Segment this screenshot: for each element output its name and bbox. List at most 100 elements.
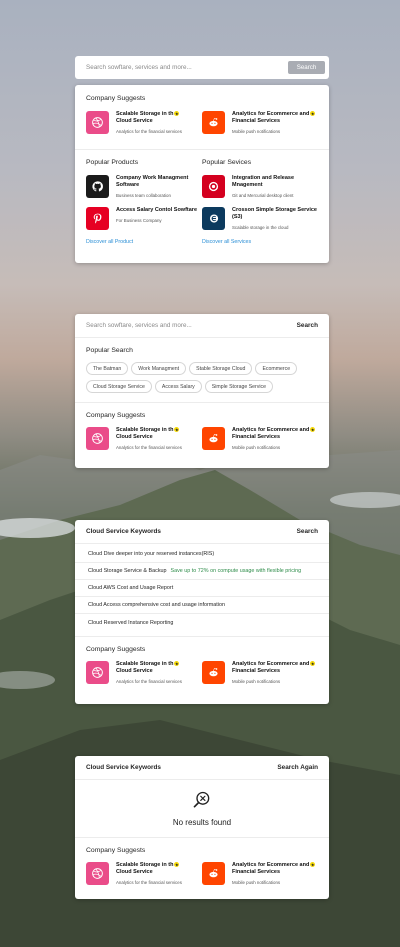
suggest-item[interactable]: Scalable Storage in thCloud Service Anal…	[86, 862, 202, 885]
item-subtitle: Analytics for the financial services	[116, 879, 182, 885]
star-badge-icon	[174, 862, 180, 869]
item-name: Scalable Storage in th	[116, 111, 174, 117]
keyword-result[interactable]: Cloud Reserved Instance Reporting	[75, 614, 329, 631]
item-name: Company Work Managment Software	[116, 175, 189, 188]
item-subtitle: Mobile push notifications	[232, 444, 281, 450]
item-subtitle: For Business Company	[116, 217, 162, 223]
keyword-result[interactable]: Cloud AWS Cost and Usage Report	[75, 580, 329, 597]
section-title: Company Suggests	[86, 646, 146, 653]
item-name-line2: Cloud Service	[116, 433, 153, 440]
dribbble-icon	[86, 862, 109, 885]
suggest-item[interactable]: Analytics for Ecommerce andFinancial Ser…	[202, 111, 318, 140]
item-subtitle: Git and Mercurial desktop client	[232, 192, 294, 198]
product-item[interactable]: Access Salary Contol Sowftare For Busine…	[86, 207, 202, 230]
suggest-item[interactable]: Analytics for Ecommerce andFinancial Ser…	[202, 661, 318, 684]
item-name: Analytics for Ecommerce and	[232, 862, 310, 868]
crosson-icon	[202, 207, 225, 230]
search-bar[interactable]: Search sowftare, services and more... Se…	[75, 56, 329, 79]
search-no-results-icon	[193, 791, 210, 808]
search-chip[interactable]: Ecommerce	[255, 362, 298, 375]
dribbble-icon	[86, 661, 109, 684]
suggest-item[interactable]: Scalable Storage in thCloud Service Anal…	[86, 427, 202, 450]
item-name-line2: Financial Services	[232, 868, 280, 875]
search-query[interactable]: Cloud Service Keywords	[86, 528, 161, 535]
suggest-item[interactable]: Scalable Storage in thCloud Service Anal…	[86, 661, 202, 684]
discover-all-products-link[interactable]: Discover all Product	[86, 239, 202, 245]
search-chip[interactable]: Cloud Storage Service	[86, 380, 152, 393]
service-item[interactable]: Integration and Release Mnagement Git an…	[202, 175, 318, 198]
reddit-icon	[202, 862, 225, 885]
search-button[interactable]: Search	[297, 528, 318, 535]
star-badge-icon	[174, 111, 180, 118]
reddit-icon	[202, 111, 225, 134]
search-input[interactable]: Search sowftare, services and more...	[86, 64, 288, 71]
suggest-item[interactable]: Scalable Storage in thCloud Service Anal…	[86, 111, 202, 140]
search-chip[interactable]: The Batman	[86, 362, 129, 375]
reddit-icon	[202, 661, 225, 684]
search-chip[interactable]: Work Managment	[131, 362, 187, 375]
keyword-text: Cloud Access comprehensive cost and usag…	[88, 602, 225, 608]
search-query[interactable]: Cloud Service Keywords	[86, 764, 161, 771]
search-chip[interactable]: Simple Storage Service	[204, 380, 273, 393]
item-name: Scalable Storage in th	[116, 862, 174, 868]
item-subtitle: Analytics for the financial services	[116, 128, 182, 134]
item-name-line2: Financial Services	[232, 433, 280, 440]
item-name: Analytics for Ecommerce and	[232, 427, 310, 433]
item-name: Crosson Simple Storage Service (S3)	[232, 207, 317, 220]
star-badge-icon	[174, 427, 180, 434]
keyword-text: Cloud Storage Service & Backup	[88, 568, 167, 574]
suggest-item[interactable]: Analytics for Ecommerce andFinancial Ser…	[202, 862, 318, 885]
keyword-promo: Save up to 72% on compute usage with fle…	[170, 568, 302, 574]
keyword-text: Cloud Dive deeper into your reserved ins…	[88, 551, 215, 557]
dribbble-icon	[86, 111, 109, 134]
search-chip[interactable]: Access Salary	[154, 380, 202, 393]
keyword-text: Cloud AWS Cost and Usage Report	[88, 585, 174, 591]
discover-all-services-link[interactable]: Discover all Services	[202, 239, 318, 245]
pinterest-icon	[86, 207, 109, 230]
item-subtitle: Mobile push notifications	[232, 678, 281, 684]
search-button[interactable]: Search	[288, 61, 325, 74]
item-name: Scalable Storage in th	[116, 427, 174, 433]
keyword-result[interactable]: Cloud Storage Service & Backup Save up to…	[75, 563, 329, 580]
item-name: Integration and Release Mnagement	[232, 175, 295, 188]
item-name-line2: Cloud Service	[116, 868, 153, 875]
popular-search-title: Popular Search	[86, 347, 133, 354]
item-subtitle: Scalable storage in the cloud	[232, 224, 289, 230]
item-name-line2: Financial Services	[232, 117, 280, 124]
search-button[interactable]: Search	[297, 322, 318, 329]
item-subtitle: Analytics for the financial services	[116, 678, 182, 684]
search-again-button[interactable]: Search Again	[277, 764, 318, 771]
star-badge-icon	[310, 427, 316, 434]
github-icon	[86, 175, 109, 198]
popular-services-title: Popular Sevices	[202, 159, 252, 166]
item-name: Analytics for Ecommerce and	[232, 661, 310, 667]
no-results-text: No results found	[172, 818, 232, 827]
search-panel-no-results: Cloud Service Keywords Search Again No r…	[75, 756, 329, 899]
search-dropdown-suggestions: Company Suggests Scalable Storage in thC…	[75, 85, 329, 263]
item-name: Access Salary Contol Sowftare	[116, 207, 198, 213]
item-name-line2: Cloud Service	[116, 117, 153, 124]
item-subtitle: Analytics for the financial services	[116, 444, 182, 450]
product-item[interactable]: Company Work Managment Software Business…	[86, 175, 202, 198]
keyword-text: Cloud Reserved Instance Reporting	[88, 619, 174, 626]
star-badge-icon	[310, 111, 316, 118]
star-badge-icon	[174, 661, 180, 668]
search-input[interactable]: Search sowftare, services and more...	[86, 322, 192, 329]
reddit-icon	[202, 427, 225, 450]
search-panel-popular: Search sowftare, services and more... Se…	[75, 314, 329, 468]
item-subtitle: Mobile push notifications	[232, 128, 281, 134]
item-name: Scalable Storage in th	[116, 661, 174, 667]
section-title: Company Suggests	[86, 412, 146, 419]
keyword-result[interactable]: Cloud Dive deeper into your reserved ins…	[75, 546, 329, 563]
suggest-item[interactable]: Analytics for Ecommerce andFinancial Ser…	[202, 427, 318, 450]
target-icon	[202, 175, 225, 198]
search-chip[interactable]: Stable Storage Cloud	[189, 362, 253, 375]
item-name-line2: Financial Services	[232, 667, 280, 674]
keyword-result[interactable]: Cloud Access comprehensive cost and usag…	[75, 597, 329, 614]
popular-products-title: Popular Products	[86, 159, 139, 166]
service-item[interactable]: Crosson Simple Storage Service (S3) Scal…	[202, 207, 318, 230]
search-panel-keywords: Cloud Service Keywords Search Cloud Dive…	[75, 520, 329, 704]
item-name: Analytics for Ecommerce and	[232, 111, 310, 117]
section-title: Company Suggests	[86, 847, 146, 854]
section-title: Company Suggests	[86, 95, 146, 102]
